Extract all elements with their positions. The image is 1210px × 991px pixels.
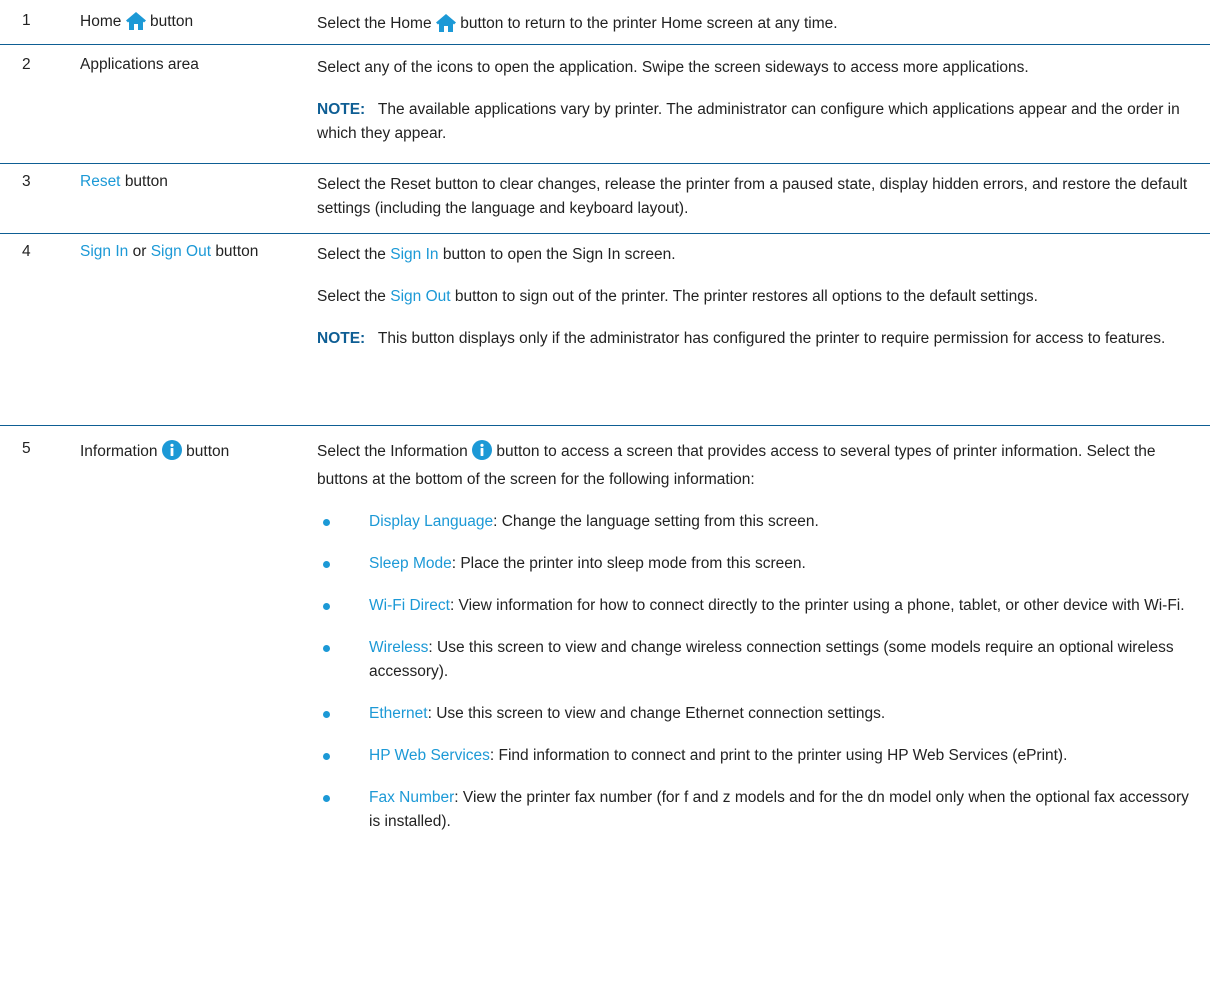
row-number: 5 [22,440,31,457]
bullet-icon [323,645,330,652]
bullet-icon [323,795,330,802]
row-description: Select the Home button to return to the … [317,12,1202,40]
sign-in-link[interactable]: Sign In [80,243,128,260]
fax-number-link[interactable]: Fax Number [369,789,454,806]
row-description: Select any of the icons to open the appl… [317,56,1202,146]
info-icon [472,440,493,468]
row-item: Sign In or Sign Out button [80,243,259,260]
row-number: 1 [22,12,31,29]
sign-in-link[interactable]: Sign In [390,246,438,263]
sign-out-link[interactable]: Sign Out [390,288,450,305]
note-label: NOTE: [317,330,366,347]
home-icon [435,14,456,40]
bullet-wifi-direct: Wi-Fi Direct: View information for how t… [317,594,1202,618]
row-number: 3 [22,173,31,190]
row-divider [0,44,1210,45]
row-divider [0,425,1210,426]
bullet-display-language: Display Language: Change the language se… [317,510,1202,534]
row-description: Select the Information button to access … [317,440,1202,834]
sign-out-link[interactable]: Sign Out [151,243,211,260]
display-language-link[interactable]: Display Language [369,513,493,530]
bullet-icon [323,711,330,718]
note: NOTE: This button displays only if the a… [317,330,1166,347]
row-item: Applications area [80,56,199,73]
bullet-icon [323,603,330,610]
note: NOTE: The available applications vary by… [317,101,1180,142]
bullet-wireless: Wireless: Use this screen to view and ch… [317,636,1202,684]
row-item: Reset button [80,173,168,190]
bullet-icon [323,519,330,526]
home-icon [125,12,146,35]
row-number: 2 [22,56,31,73]
reset-link[interactable]: Reset [80,173,121,190]
row-item: Information button [80,440,229,465]
wifi-direct-link[interactable]: Wi-Fi Direct [369,597,450,614]
row-divider [0,233,1210,234]
row-description: Select the Sign In button to open the Si… [317,243,1202,351]
bullet-icon [323,753,330,760]
info-icon [161,440,182,465]
ethernet-link[interactable]: Ethernet [369,705,428,722]
bullet-ethernet: Ethernet: Use this screen to view and ch… [317,702,1202,726]
sleep-mode-link[interactable]: Sleep Mode [369,555,452,572]
wireless-link[interactable]: Wireless [369,639,428,656]
row-divider [0,163,1210,164]
bullet-sleep-mode: Sleep Mode: Place the printer into sleep… [317,552,1202,576]
bullet-hp-web-services: HP Web Services: Find information to con… [317,744,1202,768]
row-item: Home button [80,12,193,35]
hp-web-services-link[interactable]: HP Web Services [369,747,490,764]
row-description: Select the Reset button to clear changes… [317,176,1188,217]
bullet-fax-number: Fax Number: View the printer fax number … [317,786,1202,834]
bullet-icon [323,561,330,568]
row-number: 4 [22,243,31,260]
note-label: NOTE: [317,101,366,118]
